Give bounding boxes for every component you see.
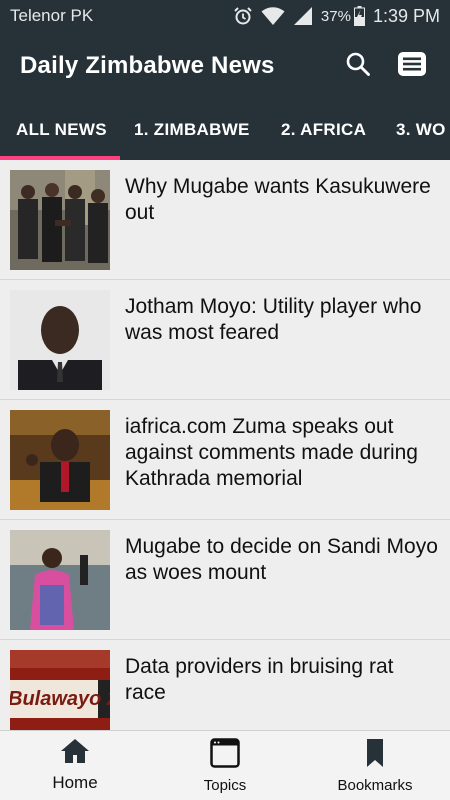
status-bar: Telenor PK 37% 1:39 PM xyxy=(0,0,450,32)
article-item[interactable]: Jotham Moyo: Utility player who was most… xyxy=(0,280,450,400)
alarm-icon xyxy=(233,6,253,26)
nav-home-label: Home xyxy=(52,773,98,792)
article-thumbnail xyxy=(10,290,110,390)
article-thumbnail xyxy=(10,170,110,270)
signal-icon xyxy=(293,6,313,26)
article-item[interactable]: iafrica.com Zuma speaks out against comm… xyxy=(0,400,450,520)
article-headline: Why Mugabe wants Kasukuwere out xyxy=(125,175,431,224)
article-thumbnail: Bulawayo 2 xyxy=(10,650,110,730)
nav-bookmarks[interactable]: Bookmarks xyxy=(300,731,450,800)
nav-home[interactable]: Home xyxy=(0,731,150,800)
nav-bookmarks-label: Bookmarks xyxy=(337,776,413,794)
article-item[interactable]: Bulawayo 2 Data providers in bruising ra… xyxy=(0,640,450,730)
menu-icon xyxy=(397,51,427,82)
search-icon xyxy=(345,51,371,82)
battery-percent: 37% xyxy=(320,7,351,25)
tab-zimbabwe[interactable]: 1. ZIMBABWE xyxy=(134,100,250,160)
article-item[interactable]: Why Mugabe wants Kasukuwere out xyxy=(0,160,450,280)
thumbnail-text: Bulawayo 2 xyxy=(10,688,110,710)
browser-window-icon xyxy=(210,737,240,773)
article-headline: iafrica.com Zuma speaks out against comm… xyxy=(125,415,418,490)
wifi-icon xyxy=(261,6,285,26)
clock: 1:39 PM xyxy=(372,5,440,26)
search-button[interactable] xyxy=(336,44,380,88)
tab-all-news[interactable]: ALL NEWS xyxy=(16,100,107,160)
category-tabs: ALL NEWS 1. ZIMBABWE 2. AFRICA 3. WO xyxy=(0,100,450,160)
nav-topics[interactable]: Topics xyxy=(150,731,300,800)
article-item[interactable]: Mugabe to decide on Sandi Moyo as woes m… xyxy=(0,520,450,640)
battery-charging-icon xyxy=(353,6,365,26)
article-headline: Mugabe to decide on Sandi Moyo as woes m… xyxy=(125,535,438,584)
app-bar: Daily Zimbabwe News xyxy=(0,32,450,100)
tab-africa[interactable]: 2. AFRICA xyxy=(281,100,366,160)
article-list[interactable]: Why Mugabe wants Kasukuwere out Jotham M… xyxy=(0,160,450,730)
tab-world[interactable]: 3. WO xyxy=(396,100,446,160)
menu-button[interactable] xyxy=(390,44,434,88)
home-icon xyxy=(60,738,90,769)
article-headline: Data providers in bruising rat race xyxy=(125,655,394,704)
nav-topics-label: Topics xyxy=(203,776,247,794)
carrier-name: Telenor PK xyxy=(10,6,94,25)
article-thumbnail xyxy=(10,530,110,630)
app-title: Daily Zimbabwe News xyxy=(20,52,275,79)
bookmark-icon xyxy=(365,738,385,773)
article-thumbnail xyxy=(10,410,110,510)
bottom-navigation: Home Topics Bookmarks xyxy=(0,730,450,800)
article-headline: Jotham Moyo: Utility player who was most… xyxy=(125,295,422,344)
